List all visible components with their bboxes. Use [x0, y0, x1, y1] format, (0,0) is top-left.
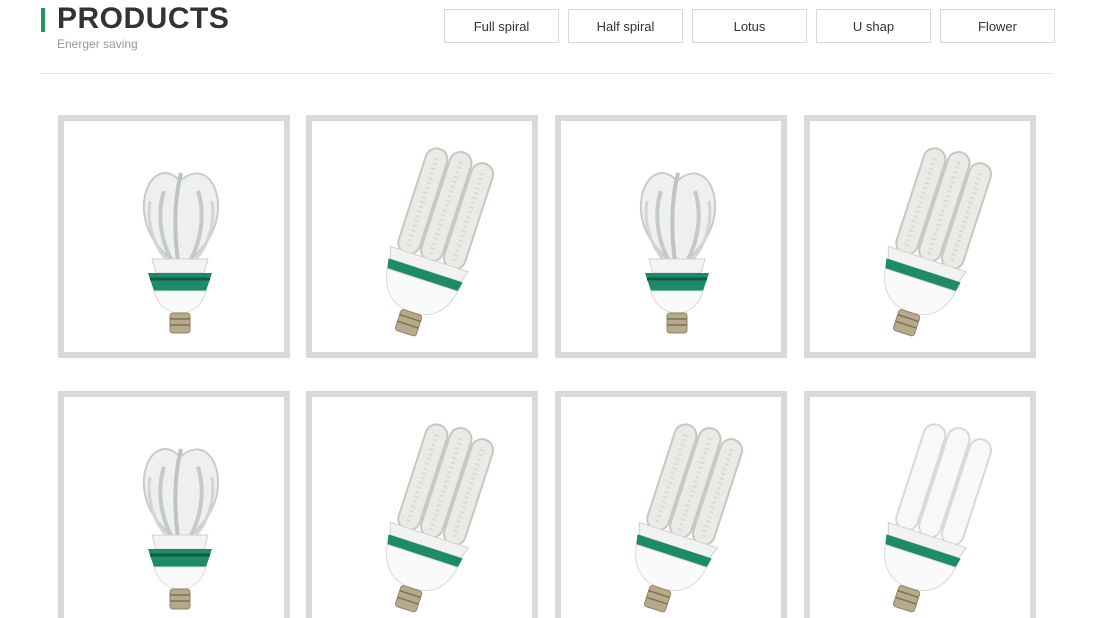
- product-card[interactable]: [58, 115, 290, 358]
- lotus-led-bulb-image: [639, 171, 717, 334]
- product-card[interactable]: [804, 391, 1036, 618]
- page-title: PRODUCTS: [57, 2, 230, 35]
- page-subtitle: Energer saving: [57, 37, 138, 51]
- u-shape-led-bulb-image: [386, 423, 495, 613]
- tab-full-spiral[interactable]: Full spiral: [444, 9, 559, 43]
- u-shape-led-bulb-image: [884, 147, 993, 337]
- product-card[interactable]: [804, 115, 1036, 358]
- tab-half-spiral[interactable]: Half spiral: [568, 9, 683, 43]
- u-shape-led-bulb-image: [635, 423, 744, 613]
- tab-flower[interactable]: Flower: [940, 9, 1055, 43]
- product-card[interactable]: [555, 391, 787, 618]
- product-card[interactable]: [58, 391, 290, 618]
- u-shape-cfl-bulb-image: [884, 423, 993, 613]
- product-card[interactable]: [555, 115, 787, 358]
- tab-lotus[interactable]: Lotus: [692, 9, 807, 43]
- title-accent-bar: [41, 8, 45, 32]
- header-divider: [41, 73, 1053, 74]
- product-card[interactable]: [306, 115, 538, 358]
- tab-u-shap[interactable]: U shap: [816, 9, 931, 43]
- category-tabs: Full spiral Half spiral Lotus U shap Flo…: [444, 9, 1055, 43]
- lotus-led-bulb-image: [142, 447, 220, 610]
- lotus-led-bulb-image: [142, 171, 220, 334]
- page-header: PRODUCTS Energer saving Full spiral Half…: [0, 0, 1100, 74]
- u-shape-led-bulb-image: [386, 147, 495, 337]
- product-card[interactable]: [306, 391, 538, 618]
